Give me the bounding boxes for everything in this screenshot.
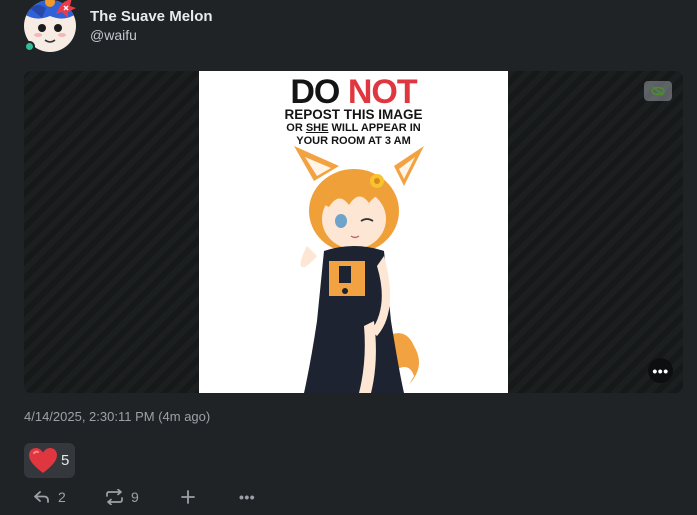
renote-button[interactable]: 9 xyxy=(106,486,139,508)
plus-icon xyxy=(181,490,195,504)
display-name[interactable]: The Suave Melon xyxy=(90,8,213,25)
eye-slash-icon xyxy=(651,86,665,96)
reply-count: 2 xyxy=(58,489,66,505)
add-reaction-button[interactable] xyxy=(181,486,195,508)
reaction-count: 5 xyxy=(61,452,70,469)
timestamp[interactable]: 4/14/2025, 2:30:11 PM (4m ago) xyxy=(24,409,210,424)
online-status-indicator xyxy=(24,41,35,52)
renote-icon xyxy=(106,489,123,505)
note: The Suave Melon @waifu DO NOT REPOST THI… xyxy=(0,0,697,515)
note-footer: 2 9 ••• xyxy=(24,486,684,508)
reaction-heart[interactable]: 5 xyxy=(24,443,75,478)
reply-button[interactable]: 2 xyxy=(34,486,66,508)
media-container: DO NOT REPOST THIS IMAGE OR SHE WILL APP… xyxy=(24,71,683,393)
ellipsis-icon: ••• xyxy=(652,362,669,379)
renote-count: 9 xyxy=(131,489,139,505)
character-illustration xyxy=(294,146,424,393)
reply-icon xyxy=(34,491,49,503)
sensitive-toggle-button[interactable] xyxy=(644,81,672,101)
more-options-button[interactable]: ••• xyxy=(239,486,255,508)
heart-icon xyxy=(29,448,57,473)
media-more-button[interactable]: ••• xyxy=(648,358,673,383)
attached-image[interactable]: DO NOT REPOST THIS IMAGE OR SHE WILL APP… xyxy=(199,71,508,393)
ellipsis-icon: ••• xyxy=(239,489,256,505)
username[interactable]: @waifu xyxy=(90,27,137,43)
